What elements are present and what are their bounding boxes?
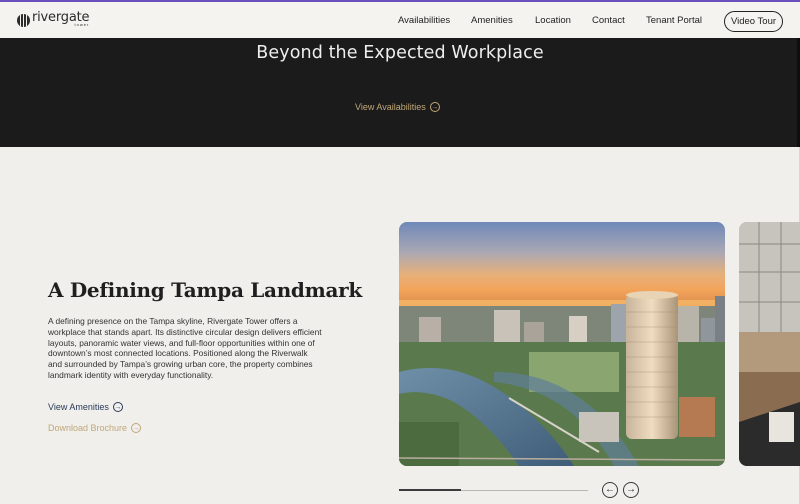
carousel-progress-fill xyxy=(399,489,461,491)
view-availabilities-label: View Availabilities xyxy=(355,102,426,112)
interior-image xyxy=(739,222,800,466)
arrow-right-circle-icon: → xyxy=(112,402,123,412)
arrow-right-circle-icon: → xyxy=(626,484,636,495)
nav-link-amenities[interactable]: Amenities xyxy=(471,15,513,26)
nav-link-contact[interactable]: Contact xyxy=(592,15,625,26)
section-description: A defining presence on the Tampa skyline… xyxy=(48,316,322,380)
video-tour-button[interactable]: Video Tour xyxy=(724,11,783,32)
aerial-city-image xyxy=(399,222,725,466)
view-amenities-link[interactable]: View Amenities → xyxy=(48,402,123,412)
hero-banner: Beyond the Expected Workplace View Avail… xyxy=(0,38,800,147)
carousel-slide-aerial-photo[interactable] xyxy=(399,222,725,466)
nav-link-availabilities[interactable]: Availabilities xyxy=(398,15,450,26)
logo-mark-icon xyxy=(17,14,30,27)
hero-title: Beyond the Expected Workplace xyxy=(256,43,544,63)
nav-link-location[interactable]: Location xyxy=(535,15,571,26)
top-nav-bar: rivergate tower Availabilities Amenities… xyxy=(0,0,800,38)
arrow-right-circle-icon: → xyxy=(429,102,440,112)
arrow-right-circle-icon: → xyxy=(131,423,142,433)
carousel-next-button[interactable]: → xyxy=(623,482,639,498)
download-brochure-link[interactable]: Download Brochure → xyxy=(48,423,142,433)
carousel-slide-interior-photo[interactable] xyxy=(739,222,800,466)
brand-logo[interactable]: rivergate tower xyxy=(17,11,89,27)
view-amenities-label: View Amenities xyxy=(48,402,109,412)
download-brochure-label: Download Brochure xyxy=(48,423,128,433)
nav-link-tenant-portal[interactable]: Tenant Portal xyxy=(646,15,702,26)
view-availabilities-link[interactable]: View Availabilities → xyxy=(355,102,440,112)
carousel-prev-button[interactable]: ← xyxy=(602,482,618,498)
arrow-left-circle-icon: ← xyxy=(605,484,615,495)
section-title: A Defining Tampa Landmark xyxy=(48,278,362,302)
